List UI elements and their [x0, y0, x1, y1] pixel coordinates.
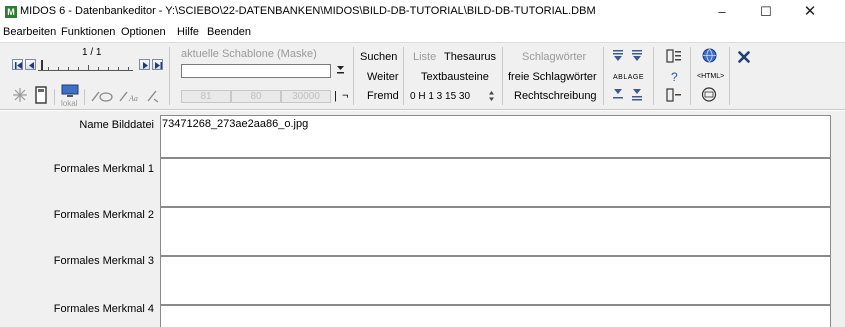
first-record-button[interactable] — [12, 59, 23, 70]
page-icon[interactable] — [35, 86, 47, 104]
level-digits[interactable]: 0 H 1 3 15 30 — [410, 91, 470, 102]
pen-icon[interactable] — [90, 89, 114, 103]
first-record-icon — [15, 62, 22, 69]
record-slider[interactable] — [38, 60, 133, 71]
template-extra-symbol[interactable]: ¬ — [342, 90, 348, 102]
minimize-button[interactable]: – — [702, 0, 742, 24]
field-formales-merkmal-4[interactable] — [160, 305, 831, 327]
suchen-button[interactable]: Suchen — [360, 51, 397, 63]
ablage-list-icon[interactable] — [630, 49, 644, 63]
check-pen-icon[interactable] — [146, 89, 160, 103]
menu-beenden[interactable]: Beenden — [207, 26, 251, 38]
svg-text:Aa: Aa — [128, 94, 138, 103]
next-record-icon — [143, 62, 148, 69]
form-area: Name Bilddatei 73471268_273ae2aa86_o.jpg… — [0, 111, 845, 327]
field-name-bilddatei[interactable]: 73471268_273ae2aa86_o.jpg — [160, 115, 831, 158]
record-slider-thumb[interactable] — [41, 60, 43, 70]
field-formales-merkmal-3[interactable] — [160, 256, 831, 305]
counter-30000: 30000 — [281, 90, 331, 103]
next-record-button[interactable] — [139, 59, 150, 70]
schlagwoerter-button[interactable]: Schlagwörter — [522, 51, 586, 63]
menu-hilfe[interactable]: Hilfe — [177, 26, 199, 38]
field-label-formales-merkmal-2: Formales Merkmal 2 — [53, 209, 154, 221]
template-separator: | — [334, 90, 337, 102]
sparkle-icon[interactable] — [12, 87, 28, 103]
field-label-name-bilddatei: Name Bilddatei — [79, 119, 154, 131]
window-title: MIDOS 6 - Datenbankeditor - Y:\SCIEBO\22… — [20, 5, 596, 17]
field-label-formales-merkmal-4: Formales Merkmal 4 — [53, 303, 154, 315]
field-label-formales-merkmal-3: Formales Merkmal 3 — [53, 255, 154, 267]
toolbar: 1 / 1 lokal Aa aktuelle Schablone (Maske… — [0, 42, 845, 110]
last-record-icon — [155, 62, 162, 69]
close-window-button[interactable]: ✕ — [790, 0, 830, 24]
ablage-up-icon[interactable] — [611, 49, 625, 63]
lokal-label: lokal — [61, 99, 78, 108]
previous-record-button[interactable] — [25, 59, 36, 70]
globe-icon[interactable] — [702, 48, 717, 63]
freie-schlagwoerter-button[interactable]: freie Schlagwörter — [508, 71, 597, 83]
last-record-button[interactable] — [152, 59, 163, 70]
menu-optionen[interactable]: Optionen — [121, 26, 166, 38]
textbausteine-button[interactable]: Textbausteine — [421, 71, 489, 83]
thesaurus-button[interactable]: Thesaurus — [444, 51, 496, 63]
layout-icon[interactable] — [666, 49, 682, 63]
level-spinner-icon[interactable] — [488, 90, 495, 102]
template-dropdown-arrow-icon[interactable] — [336, 64, 345, 77]
pen-format-icon[interactable]: Aa — [118, 89, 142, 103]
maximize-button[interactable]: ☐ — [746, 0, 786, 24]
weiter-button[interactable]: Weiter — [367, 71, 399, 83]
ablage-down-icon[interactable] — [611, 88, 625, 102]
midos-logo-icon: M — [5, 6, 17, 18]
template-label: aktuelle Schablone (Maske) — [181, 48, 317, 60]
liste-button[interactable]: Liste — [413, 51, 436, 63]
menu-funktionen[interactable]: Funktionen — [61, 26, 115, 38]
ablage-label: ABLAGE — [613, 74, 645, 81]
help-button[interactable]: ? — [671, 70, 678, 84]
field-formales-merkmal-1[interactable] — [160, 158, 831, 207]
computer-icon[interactable] — [61, 84, 79, 98]
field-formales-merkmal-2[interactable] — [160, 207, 831, 256]
rechtschreibung-button[interactable]: Rechtschreibung — [514, 90, 597, 102]
template-input[interactable] — [181, 64, 331, 78]
counter-80: 80 — [231, 90, 281, 103]
menu-bearbeiten[interactable]: Bearbeiten — [3, 26, 56, 38]
field-label-formales-merkmal-1: Formales Merkmal 1 — [53, 163, 154, 175]
close-editor-icon[interactable] — [738, 51, 750, 63]
html-label[interactable]: <HTML> — [697, 73, 724, 80]
html-view-icon[interactable] — [701, 87, 717, 102]
export-icon[interactable] — [666, 88, 682, 102]
title-bar: M MIDOS 6 - Datenbankeditor - Y:\SCIEBO\… — [0, 0, 845, 24]
previous-record-icon — [29, 62, 34, 69]
fremd-button[interactable]: Fremd — [367, 90, 399, 102]
ablage-insert-icon[interactable] — [630, 88, 644, 102]
counter-81: 81 — [181, 90, 231, 103]
record-position: 1 / 1 — [82, 47, 102, 58]
menu-bar: Bearbeiten Funktionen Optionen Hilfe Bee… — [0, 24, 845, 41]
